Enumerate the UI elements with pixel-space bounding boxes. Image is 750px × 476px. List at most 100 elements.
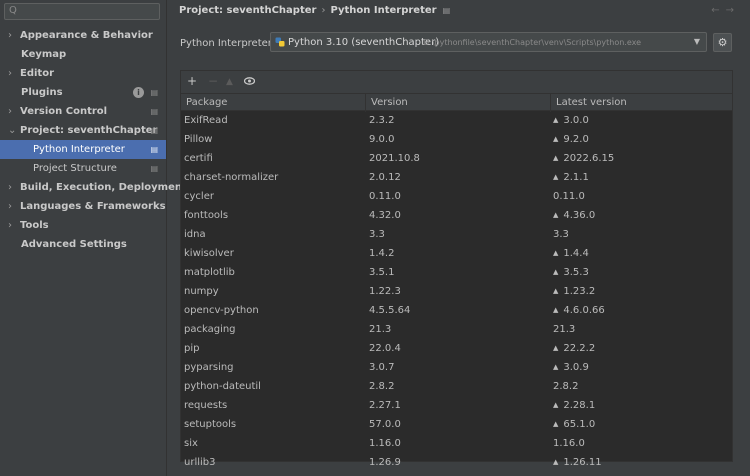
table-row[interactable]: requests 2.27.1 ▲ 2.28.1 [181,396,732,415]
packages-table-header: Package Version Latest version [181,93,732,112]
sidebar-item-version-control[interactable]: › Version Control ▤ [0,102,166,121]
table-row[interactable]: certifi 2021.10.8 ▲ 2022.6.15 [181,149,732,168]
table-row[interactable]: opencv-python 4.5.5.64 ▲ 4.6.0.66 [181,301,732,320]
upgrade-available-icon: ▲ [553,211,559,219]
remove-package-button[interactable]: − [208,74,218,88]
package-name: fonttools [184,210,229,221]
column-divider[interactable] [365,94,366,112]
packages-panel: + − ▲ Package Version Latest version Exi… [180,70,733,468]
column-divider[interactable] [550,94,551,112]
package-latest-version: 0.11.0 [553,187,585,206]
sidebar-item-python-interpreter[interactable]: Python Interpreter ▤ [0,140,166,159]
settings-nav: › Appearance & Behavior Keymap › Editor Pl… [0,26,187,254]
chevron-right-icon: › [8,182,12,193]
table-row[interactable]: cycler 0.11.0 0.11.0 [181,187,732,206]
sidebar-item-project-structure[interactable]: Project Structure ▤ [0,159,166,178]
table-row[interactable]: six 1.16.0 1.16.0 [181,434,732,453]
interpreter-path: D:\pythonfile\seventhChapter\venv\Script… [423,38,642,47]
search-icon: Q [9,5,17,16]
chevron-down-icon: ▼ [693,37,700,46]
gear-icon: ⚙ [717,36,728,49]
upgrade-available-icon: ▲ [553,458,559,466]
package-version: 2.3.2 [369,115,395,126]
latest-version-text: 4.36.0 [563,210,596,221]
package-version: 2.27.1 [369,400,401,411]
table-row[interactable]: ExifRead 2.3.2 ▲ 3.0.0 [181,111,732,130]
forward-arrow-icon[interactable]: → [726,5,740,16]
latest-version-text: 4.6.0.66 [563,305,605,316]
sidebar-item-editor[interactable]: › Editor [0,64,166,83]
table-row[interactable]: matplotlib 3.5.1 ▲ 3.5.3 [181,263,732,282]
sidebar-item-appearance-behavior[interactable]: › Appearance & Behavior [0,26,166,45]
package-latest-version: ▲0.37.1 [553,472,595,476]
package-name: six [184,438,198,449]
sidebar-item-build-execution-deployment[interactable]: › Build, Execution, Deployment [0,178,187,197]
interpreter-select[interactable]: Python 3.10 (seventhChapter) D:\pythonfi… [270,32,707,52]
latest-version-text: 3.3 [553,229,569,240]
package-latest-version: ▲ 4.36.0 [553,206,595,226]
python-logo-icon [275,37,285,47]
table-row[interactable]: python-dateutil 2.8.2 2.8.2 [181,377,732,396]
table-row[interactable]: wheel 0.36.2 ▲0.37.1 [181,472,732,476]
upgrade-available-icon: ▲ [553,116,559,124]
sidebar-item-label: Plugins [21,87,63,98]
latest-version-text: 21.3 [553,324,576,335]
table-row[interactable]: kiwisolver 1.4.2 ▲ 1.4.4 [181,244,732,263]
table-row[interactable]: fonttools 4.32.0 ▲ 4.36.0 [181,206,732,225]
settings-sidebar: Q › Appearance & Behavior Keymap › Editor … [0,0,187,476]
latest-version-text: 1.16.0 [553,438,585,449]
add-package-button[interactable]: + [187,74,197,88]
package-name: cycler [184,191,214,202]
sidebar-item-label: Advanced Settings [21,239,127,250]
package-version: 22.0.4 [369,343,401,354]
sidebar-item-keymap[interactable]: Keymap [0,45,166,64]
latest-version-text: 2022.6.15 [563,153,615,164]
column-header-package[interactable]: Package [186,97,227,108]
package-version: 1.26.9 [369,457,401,468]
project-settings-icon: ▤ [150,126,158,135]
sidebar-item-languages-frameworks[interactable]: › Languages & Frameworks [0,197,166,216]
package-name: Pillow [184,134,213,145]
package-latest-version: ▲ 65.1.0 [553,415,595,435]
table-row[interactable]: Pillow 9.0.0 ▲ 9.2.0 [181,130,732,149]
column-header-latest-version[interactable]: Latest version [556,97,627,108]
column-header-version[interactable]: Version [371,97,408,108]
package-latest-version: ▲ 3.5.3 [553,263,589,283]
package-name: pyparsing [184,362,234,373]
package-version: 4.32.0 [369,210,401,221]
table-row[interactable]: idna 3.3 3.3 [181,225,732,244]
table-row[interactable]: packaging 21.3 21.3 [181,320,732,339]
sidebar-item-tools[interactable]: › Tools [0,216,166,235]
interpreter-settings-button[interactable]: ⚙ [713,33,732,52]
table-row[interactable]: setuptools 57.0.0 ▲ 65.1.0 [181,415,732,434]
latest-version-text: 1.26.11 [563,457,602,468]
table-row[interactable]: numpy 1.22.3 ▲ 1.23.2 [181,282,732,301]
settings-search-input[interactable]: Q [4,3,160,20]
latest-version-text: 1.23.2 [563,286,596,297]
breadcrumb-project[interactable]: Project: seventhChapter [179,5,316,16]
history-navigation: ←→ [711,5,740,16]
sidebar-item-project[interactable]: ⌄ Project: seventhChapter ▤ [0,121,166,140]
show-early-releases-button[interactable] [243,75,256,88]
package-version: 2.8.2 [369,381,395,392]
package-version: 2.0.12 [369,172,401,183]
table-row[interactable]: charset-normalizer 2.0.12 ▲ 2.1.1 [181,168,732,187]
latest-version-text: 22.2.2 [563,343,596,354]
back-arrow-icon[interactable]: ← [711,5,725,16]
project-settings-icon: ▤ [150,88,158,97]
package-name: requests [184,400,228,411]
sidebar-item-advanced-settings[interactable]: Advanced Settings [0,235,166,254]
package-latest-version: 3.3 [553,225,569,244]
table-row[interactable]: pyparsing 3.0.7 ▲ 3.0.9 [181,358,732,377]
sidebar-item-plugins[interactable]: Plugins i ▤ [0,83,166,102]
package-latest-version: ▲ 1.23.2 [553,282,595,302]
upgrade-available-icon: ▲ [553,135,559,143]
sidebar-item-label: Languages & Frameworks [20,201,166,212]
package-name: idna [184,229,206,240]
sidebar-item-label: Version Control [20,106,108,117]
table-row[interactable]: pip 22.0.4 ▲ 22.2.2 [181,339,732,358]
upgrade-package-button[interactable]: ▲ [226,77,233,87]
package-name: numpy [184,286,219,297]
latest-version-text: 0.11.0 [553,191,585,202]
table-row[interactable]: urllib3 1.26.9 ▲ 1.26.11 [181,453,732,472]
